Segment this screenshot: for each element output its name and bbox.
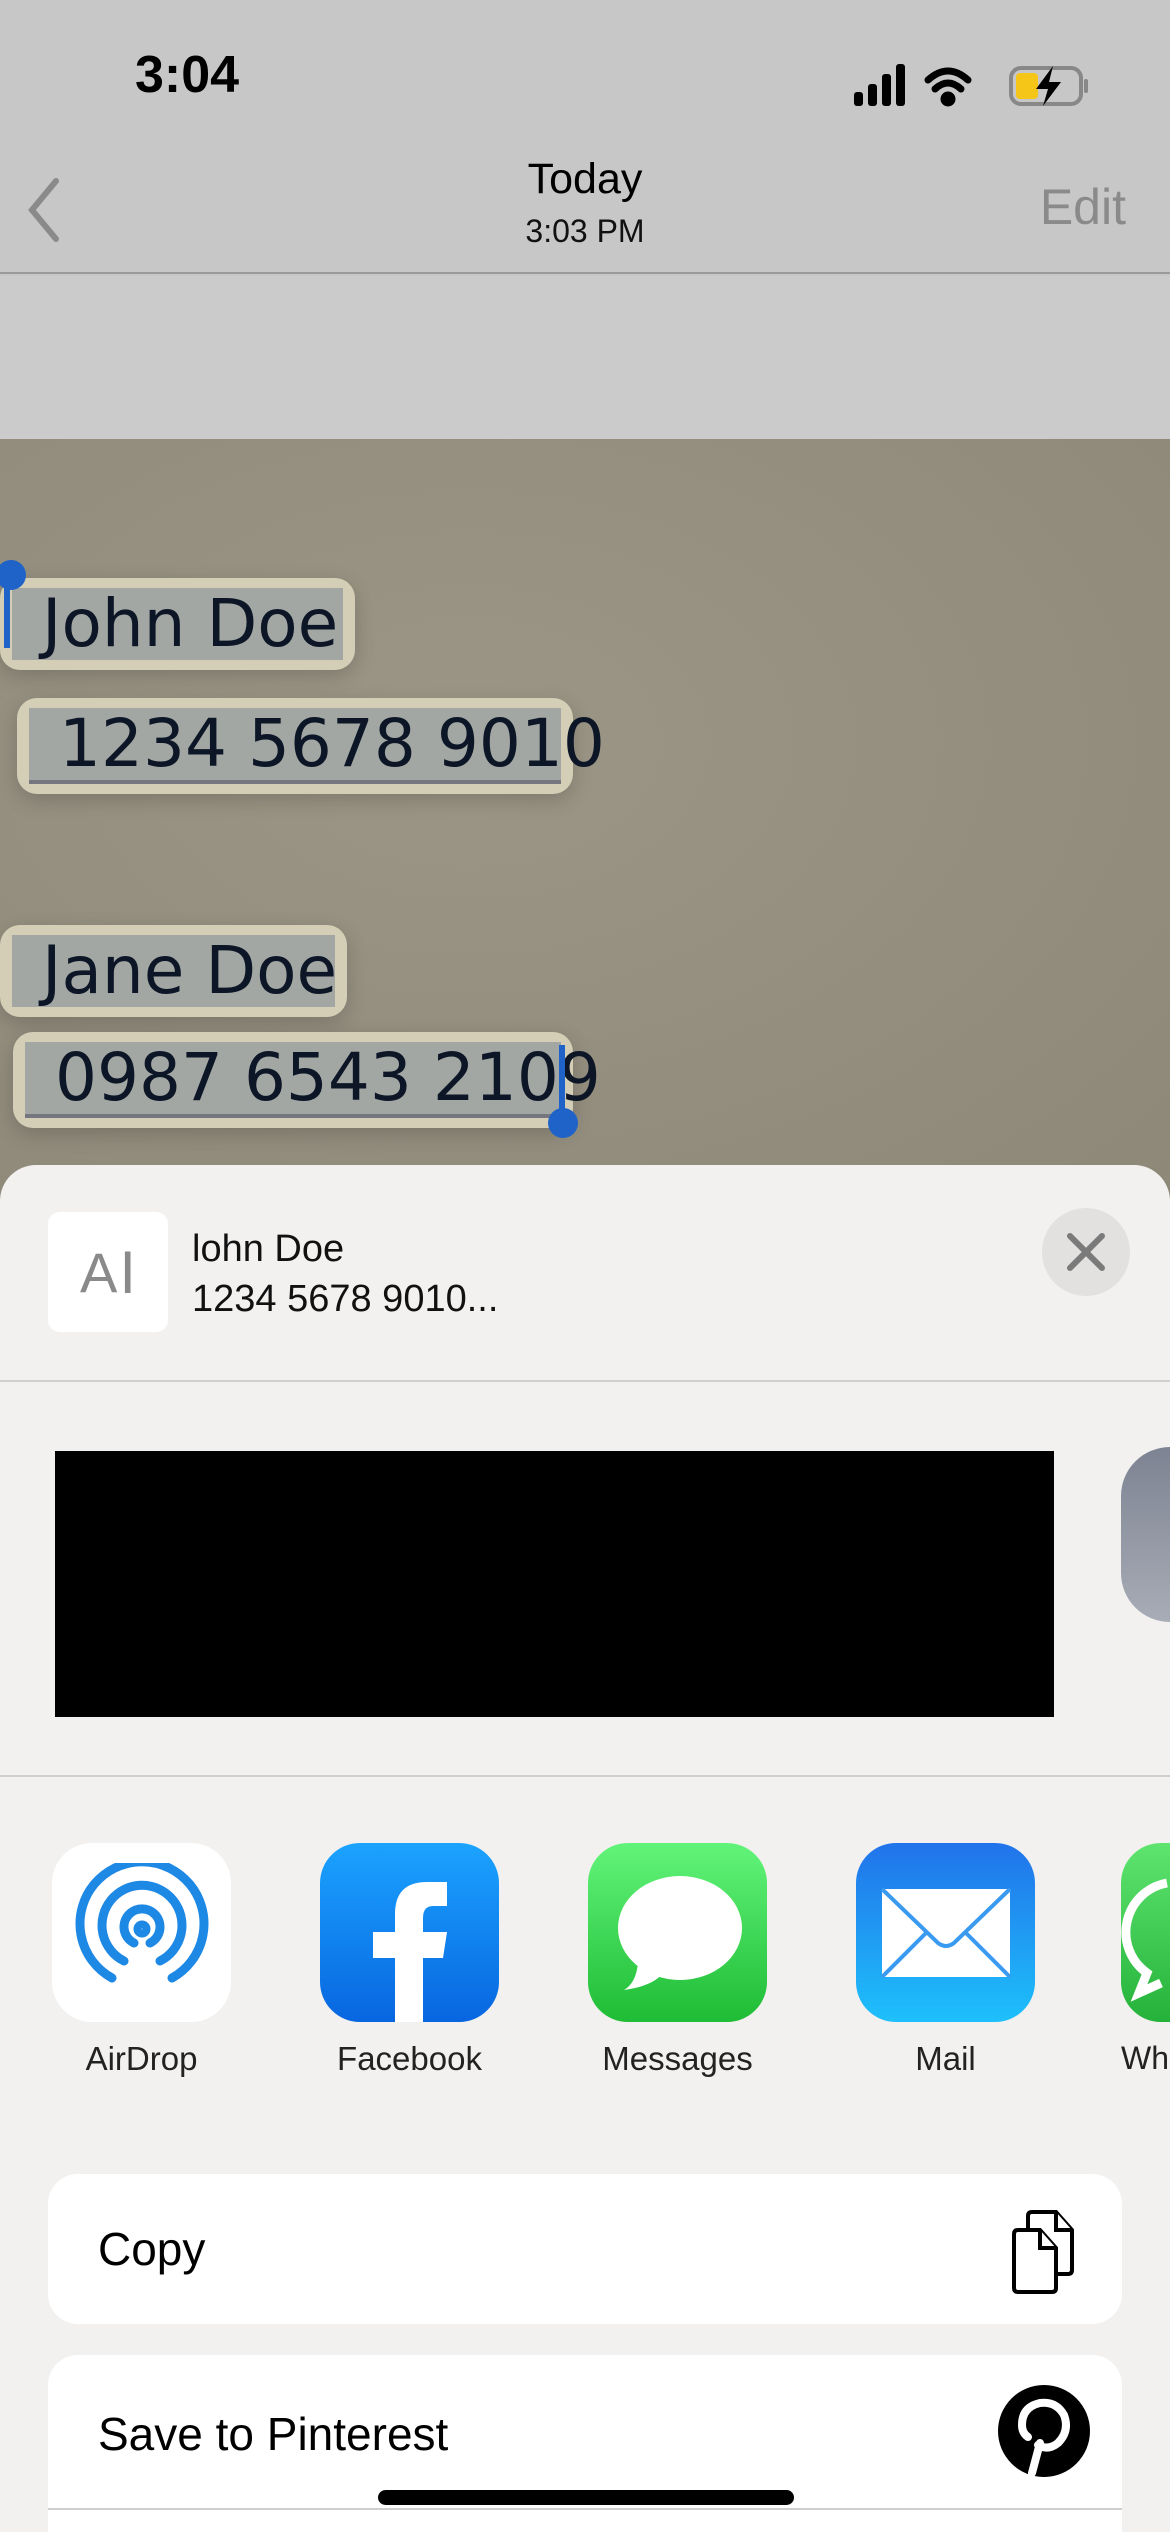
text-cursor-icon: AI (48, 1212, 168, 1332)
text-line-label: John Doe (12, 588, 343, 660)
messages-icon (588, 1843, 767, 2022)
pinterest-icon (998, 2385, 1090, 2477)
airdrop-icon (52, 1843, 231, 2022)
divider (0, 1775, 1170, 1777)
close-icon (1067, 1233, 1105, 1271)
mail-icon (856, 1843, 1035, 2022)
facebook-icon (320, 1843, 499, 2022)
text-line-4[interactable]: 0987 6543 2109 (13, 1032, 601, 1128)
status-icons (854, 64, 1088, 107)
app-label: Messages (602, 2040, 753, 2077)
app-label: Mail (915, 2040, 976, 2077)
text-line-3[interactable]: Jane Doe (0, 925, 347, 1017)
divider (48, 2508, 1122, 2510)
app-whatsapp[interactable]: Wh (1121, 1843, 1170, 2077)
home-indicator[interactable] (378, 2490, 794, 2505)
divider (0, 1380, 1170, 1382)
nav-title: Today (527, 155, 643, 203)
preview-subtitle: 1234 5678 9010... (192, 1278, 499, 1320)
text-line-label: 1234 5678 9010 (29, 708, 605, 784)
action-label: Copy (98, 2223, 206, 2275)
battery-charging-icon (1009, 66, 1088, 106)
status-time: 3:04 (135, 46, 240, 104)
cellular-signal-icon (854, 64, 905, 106)
text-line-label: 0987 6543 2109 (25, 1042, 601, 1118)
selection-end-handle[interactable] (548, 1108, 578, 1138)
redacted-contacts (55, 1451, 1054, 1717)
nav-subtitle: 3:03 PM (525, 213, 645, 249)
app-airdrop[interactable]: AirDrop (52, 1843, 231, 2078)
action-copy[interactable]: Copy (48, 2174, 1122, 2324)
contact-avatar[interactable] (1121, 1447, 1170, 1622)
text-line-label: Jane Doe (12, 935, 337, 1007)
text-line-1[interactable]: John Doe (0, 578, 355, 670)
photo-top-band (0, 276, 1170, 439)
app-label: AirDrop (85, 2040, 198, 2077)
action-save-to-pinterest[interactable]: Save to Pinterest (48, 2355, 1122, 2532)
app-facebook[interactable]: Facebook (320, 1843, 499, 2078)
copy-icon (1012, 2210, 1074, 2294)
selection-end-caret (559, 1045, 565, 1117)
app-label: Wh (1121, 2040, 1169, 2076)
edit-button[interactable]: Edit (1040, 178, 1126, 236)
close-button[interactable] (1042, 1208, 1130, 1296)
action-label: Save to Pinterest (98, 2408, 449, 2460)
app-messages[interactable]: Messages (588, 1843, 767, 2078)
selection-start-caret (4, 580, 10, 648)
text-line-2[interactable]: 1234 5678 9010 (17, 698, 605, 794)
app-label: Facebook (337, 2040, 482, 2077)
wifi-icon (924, 67, 972, 107)
preview-title: lohn Doe (192, 1228, 345, 1270)
app-mail[interactable]: Mail (856, 1843, 1035, 2078)
whatsapp-icon (1121, 1843, 1170, 2022)
